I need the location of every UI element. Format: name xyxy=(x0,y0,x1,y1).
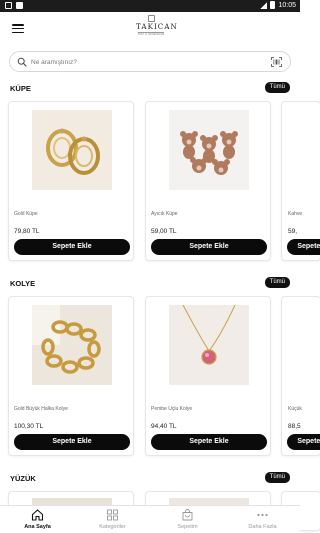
download-icon xyxy=(16,2,23,9)
home-icon xyxy=(31,509,44,521)
notification-icon xyxy=(5,2,12,9)
status-bar: 10:05 xyxy=(0,0,300,12)
section-header-kupe: KÜPE Tümü xyxy=(0,82,300,96)
see-all-button[interactable]: Tümü xyxy=(264,472,290,483)
product-price: 79,80 TL xyxy=(14,228,40,235)
nav-label: Ana Sayfa xyxy=(24,524,51,530)
bottom-navigation: Ana Sayfa Kategoriler Sepetim Daha Fazla xyxy=(0,505,300,533)
brand-name: TAKICAN xyxy=(136,22,178,31)
section-title: KÜPE xyxy=(10,84,31,93)
product-card[interactable]: Kahve 59, Sepete Ekle xyxy=(281,101,320,261)
nav-label: Sepetim xyxy=(177,524,198,530)
product-card[interactable]: Gold Büyük Halka Kolye 100,30 TL Sepete … xyxy=(8,296,134,456)
nav-more[interactable]: Daha Fazla xyxy=(225,506,300,533)
more-icon xyxy=(257,513,268,517)
section-header-yuzuk: YÜZÜK Tümü xyxy=(0,472,300,486)
grid-icon xyxy=(107,509,118,521)
add-to-cart-button[interactable]: Sepete Ekle xyxy=(14,434,130,450)
product-image[interactable] xyxy=(169,305,249,385)
product-price: 59,00 TL xyxy=(151,228,177,235)
search-icon xyxy=(17,57,27,67)
search-bar xyxy=(9,51,291,72)
nav-label: Kategoriler xyxy=(99,524,126,530)
section-title: KOLYE xyxy=(10,279,36,288)
nav-cart[interactable]: Sepetim xyxy=(150,506,225,533)
search-input[interactable] xyxy=(31,55,251,69)
product-image[interactable] xyxy=(169,110,249,190)
section-header-kolye: KOLYE Tümü xyxy=(0,277,300,291)
notification-icons xyxy=(5,2,23,9)
app-bar: TAKICAN TAKI & AKSESUAR xyxy=(0,12,300,46)
status-right: 10:05 xyxy=(260,1,296,9)
add-to-cart-button[interactable]: Sepete Ekle xyxy=(287,239,320,255)
product-price: 100,30 TL xyxy=(14,423,44,430)
cart-icon xyxy=(182,509,193,521)
add-to-cart-button[interactable]: Sepete Ekle xyxy=(14,239,130,255)
signal-icon xyxy=(260,1,268,9)
add-to-cart-button[interactable]: Sepete Ekle xyxy=(287,434,320,450)
product-name: Ayıcık Küpe xyxy=(151,211,178,217)
add-to-cart-button[interactable]: Sepete Ekle xyxy=(151,239,267,255)
product-name: Gold Küpe xyxy=(14,211,38,217)
nav-categories[interactable]: Kategoriler xyxy=(75,506,150,533)
add-to-cart-button[interactable]: Sepete Ekle xyxy=(151,434,267,450)
product-name: Pembe Uçlu Kolye xyxy=(151,406,193,412)
product-card[interactable]: Ayıcık Küpe 59,00 TL Sepete Ekle xyxy=(145,101,271,261)
product-card[interactable]: Gold Küpe 79,80 TL Sepete Ekle xyxy=(8,101,134,261)
battery-icon xyxy=(270,1,276,9)
nav-home[interactable]: Ana Sayfa xyxy=(0,506,75,533)
product-name: Gold Büyük Halka Kolye xyxy=(14,406,68,412)
brand-logo[interactable]: TAKICAN TAKI & AKSESUAR xyxy=(136,15,178,43)
product-price: 94,40 TL xyxy=(151,423,177,430)
section-title: YÜZÜK xyxy=(10,474,36,483)
product-card[interactable]: Küçük 88,5 Sepete Ekle xyxy=(281,296,320,456)
status-time: 10:05 xyxy=(278,1,296,9)
brand-subtitle: TAKI & AKSESUAR xyxy=(137,32,165,36)
nav-label: Daha Fazla xyxy=(248,524,277,530)
product-price: 88,5 xyxy=(288,423,301,430)
product-card[interactable]: Pembe Uçlu Kolye 94,40 TL Sepete Ekle xyxy=(145,296,271,456)
product-name: Küçük xyxy=(288,406,302,412)
logo-mark-icon xyxy=(147,15,155,22)
hamburger-menu-icon[interactable] xyxy=(12,24,24,33)
product-name: Kahve xyxy=(288,211,303,217)
see-all-button[interactable]: Tümü xyxy=(264,277,290,288)
product-image[interactable] xyxy=(32,305,112,385)
product-image[interactable] xyxy=(32,110,112,190)
barcode-scan-icon[interactable] xyxy=(271,57,282,67)
see-all-button[interactable]: Tümü xyxy=(264,82,290,93)
product-price: 59, xyxy=(288,228,298,235)
